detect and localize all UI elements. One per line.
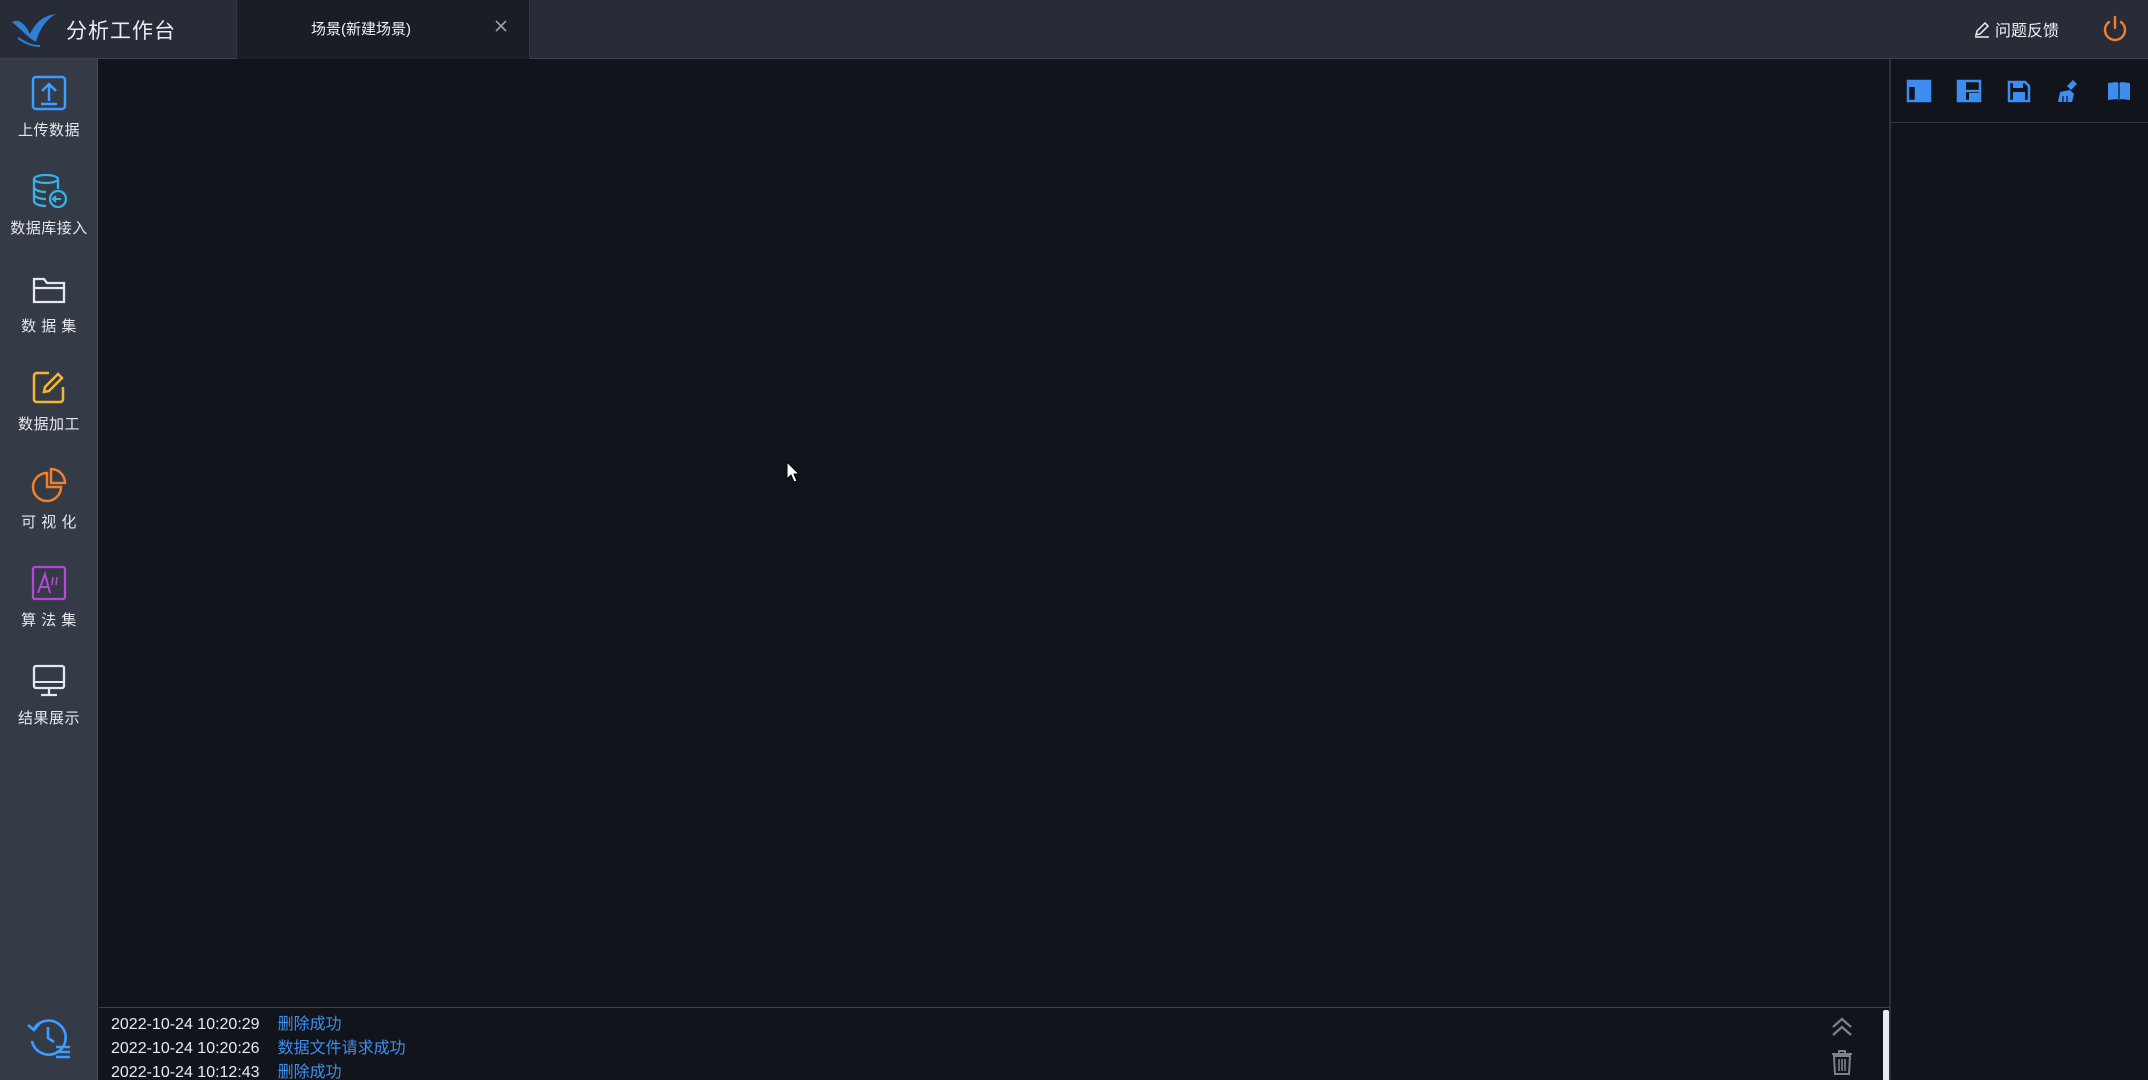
sidebar-item-database[interactable]: 数据库接入 [0, 171, 98, 267]
expand-up-icon[interactable] [1829, 1014, 1855, 1040]
pie-chart-icon [31, 467, 67, 503]
brand[interactable]: 分析工作台 [10, 8, 176, 52]
algorithm-icon [31, 565, 67, 601]
sidebar-item-label: 数据加工 [17, 416, 80, 433]
feedback-label: 问题反馈 [1995, 23, 2060, 40]
sidebar-item-results[interactable]: 结果展示 [0, 661, 98, 757]
sidebar-item-label: 结果展示 [17, 710, 80, 727]
sidebar-item-label: 算 法 集 [21, 612, 77, 629]
log-message: 删除成功 [277, 1064, 342, 1080]
right-panel [1889, 59, 2148, 1080]
monitor-icon [32, 664, 66, 697]
log-message: 删除成功 [277, 1016, 342, 1033]
database-icon [32, 173, 68, 209]
clear-icon[interactable] [2055, 77, 2083, 105]
sidebar-item-label: 数 据 集 [21, 318, 77, 335]
power-icon[interactable] [2100, 14, 2130, 44]
history-icon[interactable] [26, 1015, 72, 1059]
save-icon[interactable] [2005, 77, 2033, 105]
right-toolbar [1891, 59, 2148, 123]
sidebar: 上传数据 数据库接入 数 据 集 数据加工 可 视 化 算 法 集 结果展示 [0, 59, 98, 1080]
sidebar-item-processing[interactable]: 数据加工 [0, 367, 98, 463]
panel-layout-icon[interactable] [1955, 77, 1983, 105]
log-scrollbar[interactable] [1883, 1010, 1889, 1080]
sidebar-item-algorithm[interactable]: 算 法 集 [0, 563, 98, 659]
log-entry: 2022-10-24 10:20:26 数据文件请求成功 [111, 1034, 406, 1058]
log-message: 数据文件请求成功 [277, 1040, 406, 1057]
log-time: 2022-10-24 10:20:26 [111, 1040, 260, 1057]
log-entry: 2022-10-24 10:12:43 删除成功 [111, 1058, 342, 1080]
log-time: 2022-10-24 10:20:29 [111, 1016, 260, 1033]
sidebar-item-label: 上传数据 [17, 122, 80, 139]
log-time: 2022-10-24 10:12:43 [111, 1064, 260, 1080]
log-entry: 2022-10-24 10:20:29 删除成功 [111, 1010, 342, 1034]
sidebar-item-dataset[interactable]: 数 据 集 [0, 269, 98, 365]
folder-icon [32, 277, 66, 304]
log-panel: 2022-10-24 10:20:29 删除成功 2022-10-24 10:20… [99, 1007, 1889, 1080]
sidebar-item-visualization[interactable]: 可 视 化 [0, 465, 98, 561]
tab-label: 场景(新建场景) [311, 21, 411, 38]
layout-icon[interactable] [1905, 77, 1933, 105]
feedback-button[interactable]: 问题反馈 [1972, 16, 2059, 42]
edit-icon [32, 371, 65, 404]
upload-icon [31, 75, 67, 111]
close-icon[interactable] [491, 16, 511, 36]
trash-icon[interactable] [1830, 1048, 1854, 1076]
top-bar: 分析工作台 场景(新建场景) 问题反馈 [0, 0, 2148, 59]
tab-scene[interactable]: 场景(新建场景) [236, 0, 530, 59]
app-window: 分析工作台 场景(新建场景) 问题反馈 上传数据 数据库接入 数 据 集 数据加… [0, 0, 2148, 1080]
sidebar-item-label: 数据库接入 [10, 220, 88, 237]
pencil-icon [1974, 21, 1990, 38]
scene-canvas[interactable] [99, 59, 1889, 1007]
logo-icon [12, 14, 56, 47]
sidebar-item-upload[interactable]: 上传数据 [0, 73, 98, 169]
sidebar-item-label: 可 视 化 [21, 514, 77, 531]
mouse-cursor-icon [786, 461, 801, 483]
book-icon[interactable] [2105, 77, 2133, 105]
app-title: 分析工作台 [66, 20, 176, 43]
